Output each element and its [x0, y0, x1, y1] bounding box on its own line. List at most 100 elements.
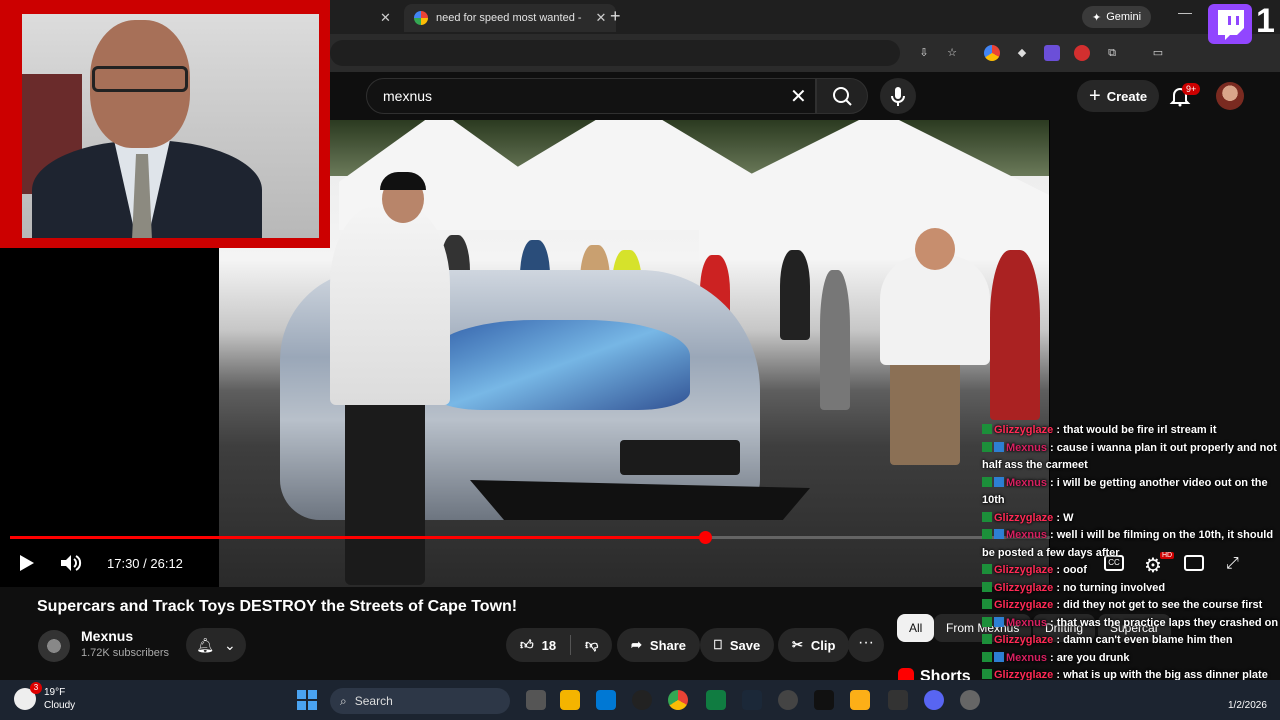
account-avatar[interactable]: [1216, 82, 1244, 110]
close-tab-icon[interactable]: ✕: [380, 10, 391, 26]
like-dislike-group: 👍︎ 18 👎︎: [506, 628, 613, 662]
man-legs: [345, 395, 425, 585]
file-explorer-icon[interactable]: [560, 690, 580, 710]
share-button[interactable]: ➦ Share: [617, 628, 701, 662]
system-date: 1/2/2026: [1228, 700, 1267, 711]
subscriber-count: 1.72K subscribers: [81, 647, 170, 659]
cloud-icon: 3: [14, 682, 42, 710]
chat-username: Glizzyglaze: [994, 511, 1054, 524]
chat-text: : ooof: [1053, 564, 1087, 576]
excel-icon[interactable]: [706, 690, 726, 710]
extension-diamond-icon[interactable]: ◆: [1014, 45, 1030, 61]
chip-all[interactable]: All: [897, 614, 935, 642]
chat-username: Mexnus: [1006, 616, 1047, 629]
extension-twitch-icon[interactable]: [1044, 45, 1060, 61]
url-field[interactable]: [330, 40, 900, 66]
like-button[interactable]: 👍︎ 18: [520, 637, 556, 653]
epic-games-icon[interactable]: [814, 690, 834, 710]
app-icon[interactable]: [888, 690, 908, 710]
chat-username: Glizzyglaze: [994, 599, 1054, 611]
volume-icon[interactable]: [60, 553, 82, 573]
browser-tab-2[interactable]: need for speed most wanted - ✕: [404, 4, 617, 32]
channel-avatar[interactable]: [38, 630, 70, 662]
chat-badge-icon: [982, 476, 992, 487]
save-button[interactable]: ⎕ Save: [700, 628, 775, 662]
create-button[interactable]: + Create: [1077, 80, 1160, 112]
taskbar-search-input[interactable]: ⌕ Search: [330, 688, 510, 714]
gemini-label: Gemini: [1106, 11, 1142, 23]
minimize-icon[interactable]: —: [1178, 4, 1192, 20]
cast-icon[interactable]: ▭: [1150, 45, 1166, 61]
webcam-overlay: [0, 0, 330, 248]
broadcaster-badge-icon: [994, 441, 1004, 452]
sparkle-icon: ✦: [1092, 11, 1102, 24]
progress-scrubber[interactable]: [698, 531, 712, 544]
browser-tab-1[interactable]: ✕: [330, 4, 391, 32]
chat-badge-icon: [982, 441, 992, 452]
divider: [570, 635, 572, 655]
scissors-icon: ✂: [792, 637, 803, 652]
more-actions-icon[interactable]: ···: [848, 628, 884, 662]
chrome-icon[interactable]: [668, 690, 688, 710]
clear-search-icon[interactable]: ✕: [790, 84, 807, 109]
streamer-glasses: [92, 66, 188, 92]
clip-button[interactable]: ✂ Clip: [778, 628, 850, 662]
voice-search-button[interactable]: [880, 78, 916, 114]
create-label: Create: [1106, 88, 1148, 104]
broadcaster-badge-icon: [994, 616, 1004, 627]
time-display: 17:30 / 26:12: [107, 556, 183, 571]
chat-badge-icon: [982, 564, 992, 574]
play-icon[interactable]: [18, 554, 36, 572]
chat-text: : damn can't even blame him then: [1053, 634, 1233, 646]
man-polo-shirt: [880, 255, 990, 365]
subscribed-notification-button[interactable]: 🔔︎ ⌄: [186, 628, 246, 662]
chat-text: : did they not get to see the course fir…: [1053, 599, 1263, 611]
clip-label: Clip: [810, 637, 836, 653]
chat-badge-icon: [982, 511, 992, 522]
microphone-icon: [891, 87, 905, 106]
search-icon: [833, 87, 852, 106]
man-legs: [890, 350, 960, 465]
extensions-puzzle-icon[interactable]: ⧉: [1104, 45, 1120, 61]
chat-message: Mexnus : well i will be filming on the 1…: [982, 527, 1280, 562]
chat-message: Glizzyglaze : did they not get to see th…: [982, 597, 1280, 615]
weather-widget[interactable]: 3 19°F Cloudy: [14, 682, 75, 712]
channel-name[interactable]: Mexnus: [81, 628, 133, 644]
chevron-down-icon: ⌄: [224, 636, 236, 653]
app-icon[interactable]: [632, 690, 652, 710]
gemini-button[interactable]: ✦ Gemini: [1082, 6, 1152, 28]
broadcaster-badge-icon: [994, 476, 1004, 487]
settings-icon[interactable]: [960, 690, 980, 710]
rockstar-icon[interactable]: [850, 690, 870, 710]
progress-bar-fill: [10, 536, 705, 539]
bookmark-icon: ⎕: [714, 637, 722, 652]
bookmark-star-icon[interactable]: ☆: [944, 45, 960, 61]
chat-message: Glizzyglaze : W: [982, 510, 1280, 528]
search-input[interactable]: mexnus: [366, 78, 816, 114]
app-icon[interactable]: [778, 690, 798, 710]
chat-message: Mexnus : that was the practice laps they…: [982, 615, 1280, 633]
extension-red-icon[interactable]: [1074, 45, 1090, 61]
chat-badge-icon: [982, 616, 992, 627]
twitch-logo-icon: [1208, 4, 1252, 44]
store-icon[interactable]: [596, 690, 616, 710]
twitch-viewer-count: 1: [1256, 2, 1275, 40]
chat-overlay: Glizzyglaze : that would be fire irl str…: [982, 422, 1280, 702]
thumbs-down-icon[interactable]: 👎︎: [585, 637, 598, 653]
task-view-icon[interactable]: [526, 690, 546, 710]
extension-color-icon[interactable]: [984, 45, 1000, 61]
chat-username: Glizzyglaze: [994, 634, 1054, 646]
chat-message: Glizzyglaze : ooof: [982, 562, 1280, 580]
man-white-shirt: [330, 205, 450, 405]
close-tab-icon[interactable]: ✕: [596, 10, 607, 26]
windows-start-icon[interactable]: [297, 690, 317, 710]
steam-icon[interactable]: [742, 690, 762, 710]
install-app-icon[interactable]: ⇩: [916, 45, 932, 61]
discord-icon[interactable]: [924, 690, 944, 710]
chat-text: : W: [1053, 511, 1074, 524]
chat-text: : are you drunk: [1046, 651, 1130, 664]
chat-username: Glizzyglaze: [994, 581, 1054, 594]
search-button[interactable]: [816, 78, 868, 114]
video-title: Supercars and Track Toys DESTROY the Str…: [37, 598, 518, 615]
new-tab-button[interactable]: +: [610, 6, 621, 27]
